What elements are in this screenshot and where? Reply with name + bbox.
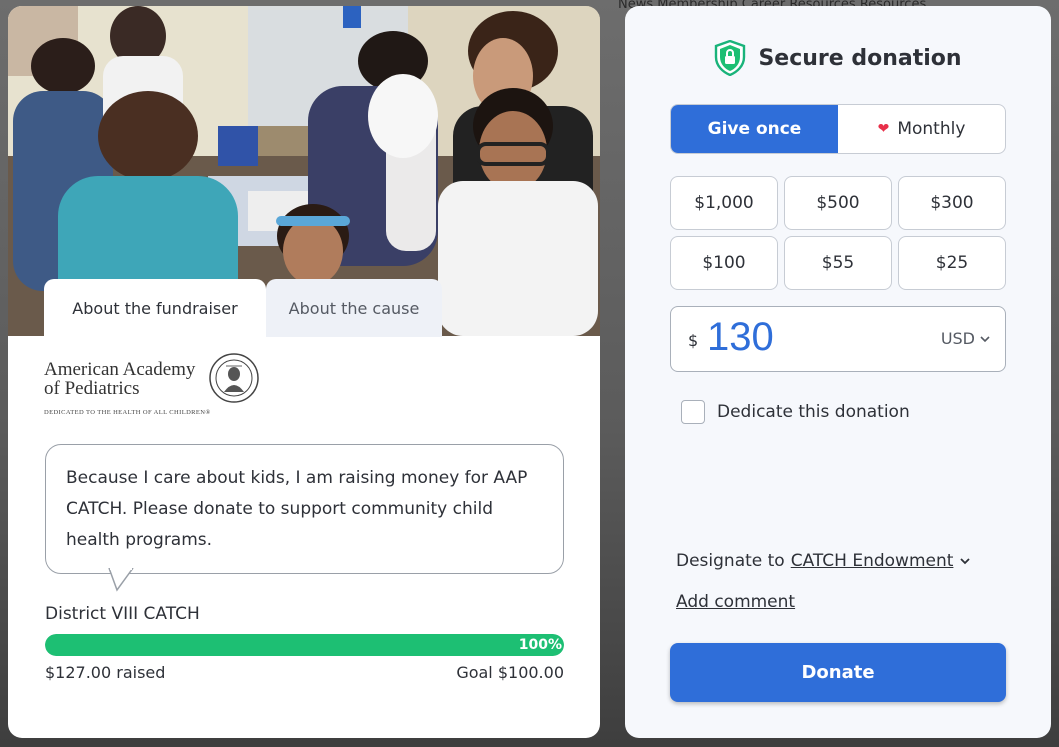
chevron-down-icon[interactable] [959, 555, 971, 567]
fundraiser-card: About the fundraiser About the cause Ame… [8, 6, 600, 738]
give-once-button[interactable]: Give once [671, 105, 838, 153]
currency-code: USD [940, 329, 975, 348]
donate-label: Donate [801, 662, 875, 683]
org-name-line1: American Academy [44, 359, 196, 380]
fundraiser-message: Because I care about kids, I am raising … [45, 444, 564, 574]
amount-raised: $127.00 raised [45, 663, 166, 682]
tab-about-cause[interactable]: About the cause [266, 279, 442, 337]
dedicate-label: Dedicate this donation [717, 402, 910, 422]
amount-option[interactable]: $500 [784, 176, 892, 230]
shield-lock-icon [715, 40, 746, 76]
secure-title: Secure donation [758, 45, 962, 71]
add-comment-link[interactable]: Add comment [676, 592, 795, 612]
seal-icon [209, 353, 259, 403]
speech-bubble-tail [108, 568, 134, 592]
campaign-name: District VIII CATCH [45, 604, 200, 624]
org-name-line2: of Pediatrics [44, 378, 140, 399]
chevron-down-icon [980, 335, 990, 342]
dedicate-option[interactable]: Dedicate this donation [681, 400, 910, 424]
amount-option[interactable]: $1,000 [670, 176, 778, 230]
goal-amount: Goal $100.00 [456, 663, 564, 682]
currency-select[interactable]: USD [941, 329, 991, 348]
amount-option[interactable]: $300 [898, 176, 1006, 230]
progress-fill: 100% [45, 634, 564, 656]
dedicate-checkbox[interactable] [681, 400, 705, 424]
monthly-label: Monthly [897, 119, 966, 139]
donate-button[interactable]: Donate [670, 643, 1006, 702]
currency-symbol: $ [688, 331, 699, 350]
amount-option[interactable]: $25 [898, 236, 1006, 290]
amount-options: $1,000 $500 $300 $100 $55 $25 [670, 176, 1007, 290]
designate-row: Designate to CATCH Endowment [676, 551, 971, 571]
tab-about-fundraiser[interactable]: About the fundraiser [44, 279, 266, 337]
progress-percent: 100% [518, 637, 562, 653]
monthly-button[interactable]: ❤ Monthly [838, 105, 1005, 153]
amount-option[interactable]: $100 [670, 236, 778, 290]
designate-dropdown[interactable]: CATCH Endowment [791, 551, 954, 571]
org-logo: American Academy of Pediatrics DEDICATED… [44, 352, 274, 422]
org-name: American Academy of Pediatrics [44, 360, 195, 398]
org-tagline: DEDICATED TO THE HEALTH OF ALL CHILDREN® [44, 409, 211, 416]
secure-header: Secure donation [625, 40, 1051, 76]
frequency-toggle: Give once ❤ Monthly [670, 104, 1006, 154]
give-once-label: Give once [707, 119, 802, 139]
amount-value[interactable]: 130 [707, 315, 774, 360]
heart-icon: ❤ [877, 121, 890, 137]
amount-option[interactable]: $55 [784, 236, 892, 290]
designate-prefix: Designate to [676, 551, 785, 571]
amount-input[interactable]: $ 130 USD [670, 306, 1006, 372]
donation-form: Secure donation Give once ❤ Monthly $1,0… [625, 6, 1051, 738]
info-tabs: About the fundraiser About the cause [44, 279, 442, 337]
progress-bar: 100% [45, 634, 564, 656]
